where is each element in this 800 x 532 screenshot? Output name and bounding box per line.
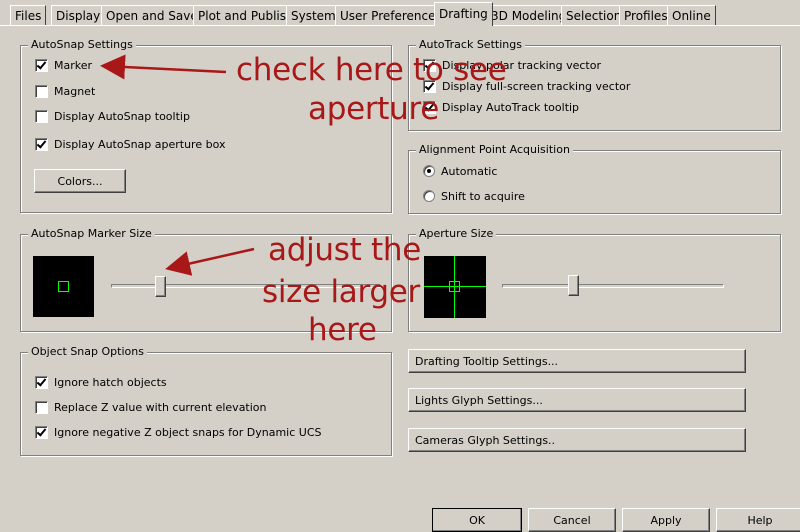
annotation-adjust-the: adjust the [268,232,421,268]
annotation-size-larger: size larger [262,274,420,310]
annotation-check-here: check here to see [236,52,507,88]
annotation-aperture: aperture [308,91,440,127]
annotation-here: here [308,312,377,348]
tab-drafting[interactable]: Drafting [434,2,493,26]
arrow-to-slider-icon [165,247,255,276]
arrow-to-marker-icon [100,54,227,80]
